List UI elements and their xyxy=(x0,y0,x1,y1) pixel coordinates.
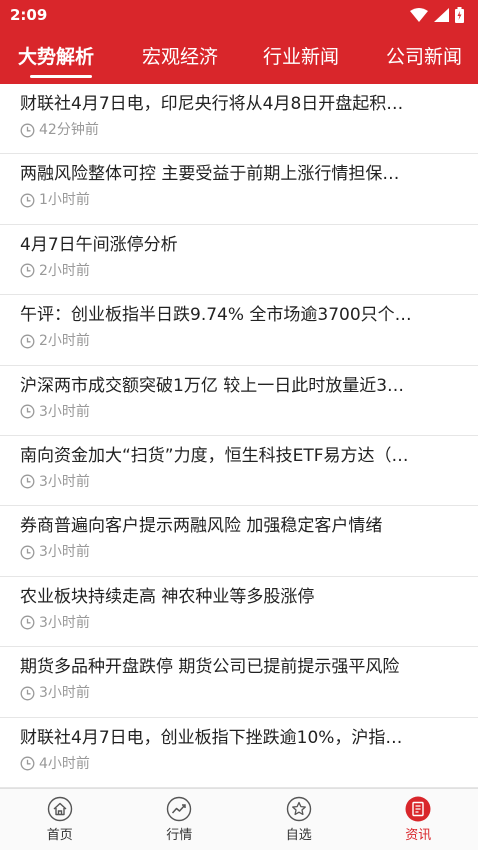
clock-icon xyxy=(20,193,35,208)
news-time: 3小时前 xyxy=(39,473,90,490)
news-meta: 3小时前 xyxy=(20,473,448,491)
news-time: 3小时前 xyxy=(39,544,90,561)
active-tab-indicator xyxy=(30,75,92,78)
news-meta: 3小时前 xyxy=(20,543,448,561)
nav-label: 资讯 xyxy=(405,828,432,843)
news-item[interactable]: 农业板块持续走高 神农种业等多股涨停 3小时前 xyxy=(0,577,478,648)
news-time: 4小时前 xyxy=(39,755,90,772)
news-list[interactable]: 财联社4月7日电，印尼央行将从4月8日开盘起积… 42分钟前 两融风险整体可控 … xyxy=(0,84,478,788)
news-item[interactable]: 沪深两市成交额突破1万亿 较上一日此时放量近3… 3小时前 xyxy=(0,366,478,436)
tab-company-news[interactable]: 公司新闻 xyxy=(386,42,462,69)
news-title: 财联社4月7日电，创业板指下挫跌逾10%，沪指… xyxy=(20,727,403,748)
news-time: 3小时前 xyxy=(39,403,90,420)
news-meta: 3小时前 xyxy=(20,684,448,702)
news-item[interactable]: 南向资金加大“扫货”力度，恒生科技ETF易方达（… 3小时前 xyxy=(0,436,478,507)
news-title: 沪深两市成交额突破1万亿 较上一日此时放量近3… xyxy=(20,375,405,396)
news-item[interactable]: 期货多品种开盘跌停 期货公司已提前提示强平风险 3小时前 xyxy=(0,647,478,718)
news-title: 南向资金加大“扫货”力度，恒生科技ETF易方达（… xyxy=(20,445,409,466)
news-time: 1小时前 xyxy=(39,192,90,209)
news-item[interactable]: 4月7日午间涨停分析 2小时前 xyxy=(0,225,478,296)
news-item[interactable]: 财联社4月7日电，印尼央行将从4月8日开盘起积… 42分钟前 xyxy=(0,84,478,155)
nav-label: 行情 xyxy=(166,828,193,843)
status-bar: 2:09 xyxy=(0,0,478,30)
trend-icon xyxy=(167,796,192,822)
nav-news[interactable]: 资讯 xyxy=(359,789,478,850)
nav-market[interactable]: 行情 xyxy=(120,789,240,850)
news-time: 3小时前 xyxy=(39,685,90,702)
news-item[interactable]: 两融风险整体可控 主要受益于前期上涨行情担保… 1小时前 xyxy=(0,154,478,225)
status-time: 2:09 xyxy=(10,6,48,24)
home-icon xyxy=(47,796,72,822)
clock-icon xyxy=(20,404,35,419)
category-tabs: 大势解析 宏观经济 行业新闻 公司新闻 xyxy=(0,30,478,84)
news-icon xyxy=(405,796,431,822)
news-title: 4月7日午间涨停分析 xyxy=(20,234,178,255)
news-title: 午评：创业板指半日跌9.74% 全市场逾3700只个… xyxy=(20,305,412,326)
news-meta: 42分钟前 xyxy=(20,121,448,139)
battery-icon xyxy=(455,7,464,23)
news-item[interactable]: 午评：创业板指半日跌9.74% 全市场逾3700只个… 2小时前 xyxy=(0,295,478,366)
clock-icon xyxy=(20,263,35,278)
tab-market-analysis[interactable]: 大势解析 xyxy=(18,42,94,69)
signal-icon xyxy=(434,8,449,22)
news-item[interactable]: 财联社4月7日电，创业板指下挫跌逾10%，沪指… 4小时前 xyxy=(0,718,478,788)
news-meta: 1小时前 xyxy=(20,191,448,209)
nav-label: 自选 xyxy=(285,828,312,843)
news-time: 42分钟前 xyxy=(39,122,99,138)
clock-icon xyxy=(20,545,35,560)
news-title: 券商普遍向客户提示两融风险 加强稳定客户情绪 xyxy=(20,516,383,537)
nav-label: 首页 xyxy=(46,828,73,843)
news-time: 2小时前 xyxy=(39,262,90,279)
news-time: 3小时前 xyxy=(39,614,90,631)
bottom-nav: 首页 行情 自选 资讯 xyxy=(0,788,478,850)
star-icon xyxy=(286,796,311,822)
news-title: 财联社4月7日电，印尼央行将从4月8日开盘起积… xyxy=(20,94,404,114)
clock-icon xyxy=(20,686,35,701)
clock-icon xyxy=(20,756,35,771)
wifi-icon xyxy=(410,8,428,22)
tab-industry-news[interactable]: 行业新闻 xyxy=(263,42,339,69)
clock-icon xyxy=(20,334,35,349)
nav-home[interactable]: 首页 xyxy=(0,789,120,850)
news-meta: 2小时前 xyxy=(20,332,448,350)
tab-macro-economy[interactable]: 宏观经济 xyxy=(142,42,218,69)
clock-icon xyxy=(20,615,35,630)
news-item[interactable]: 券商普遍向客户提示两融风险 加强稳定客户情绪 3小时前 xyxy=(0,506,478,577)
clock-icon xyxy=(20,123,35,137)
news-meta: 2小时前 xyxy=(20,262,448,280)
news-title: 期货多品种开盘跌停 期货公司已提前提示强平风险 xyxy=(20,657,400,678)
clock-icon xyxy=(20,475,35,489)
news-title: 农业板块持续走高 神农种业等多股涨停 xyxy=(20,586,315,607)
nav-watchlist[interactable]: 自选 xyxy=(239,789,359,850)
app-header: 2:09 大势解析 宏观经济 行业新闻 公司新闻 xyxy=(0,0,478,84)
news-meta: 3小时前 xyxy=(20,614,448,632)
news-meta: 4小时前 xyxy=(20,755,448,773)
news-meta: 3小时前 xyxy=(20,403,448,421)
status-icons xyxy=(410,7,464,23)
news-time: 2小时前 xyxy=(39,333,90,350)
news-title: 两融风险整体可控 主要受益于前期上涨行情担保… xyxy=(20,164,400,185)
